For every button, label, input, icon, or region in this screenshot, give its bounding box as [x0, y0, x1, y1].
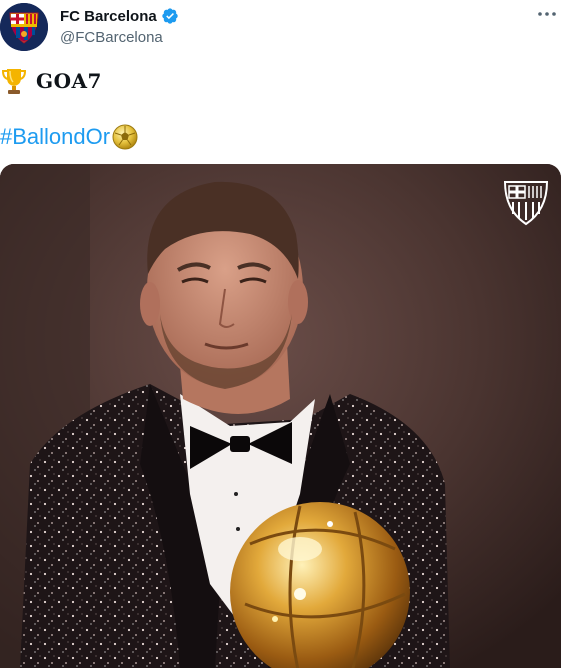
- tweet-text: GOA7: [36, 69, 102, 93]
- tweet-media-video[interactable]: [0, 164, 561, 668]
- hashtag-link[interactable]: #BallondOr: [0, 124, 110, 150]
- fcb-crest-icon: [0, 3, 48, 51]
- tweet-text-line: GOA7: [0, 66, 102, 96]
- display-name[interactable]: FC Barcelona: [60, 8, 157, 25]
- video-frame-image: [0, 164, 561, 668]
- trophy-icon: [1, 69, 27, 94]
- hashtag-line: #BallondOr: [0, 123, 139, 151]
- more-options-icon[interactable]: [535, 4, 559, 24]
- handle[interactable]: @FCBarcelona: [60, 29, 163, 46]
- soccer-ball-icon: [112, 124, 138, 150]
- verified-badge-icon: [162, 8, 178, 24]
- avatar[interactable]: [0, 3, 48, 51]
